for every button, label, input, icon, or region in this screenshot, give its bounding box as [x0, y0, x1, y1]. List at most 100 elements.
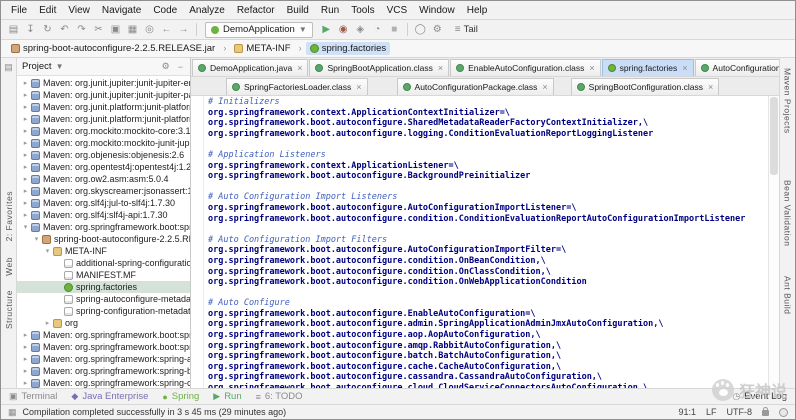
- tree-item[interactable]: spring-boot-autoconfigure-2.2.5.RELEASE.…: [17, 233, 190, 245]
- close-tab-icon[interactable]: ×: [356, 82, 361, 92]
- menu-item[interactable]: Analyze: [183, 3, 231, 18]
- chevron-icon[interactable]: [21, 175, 30, 183]
- code-line[interactable]: [208, 288, 768, 299]
- settings-icon[interactable]: ⚙: [429, 22, 446, 38]
- chevron-icon[interactable]: [21, 211, 30, 219]
- breadcrumb-jar[interactable]: spring-boot-autoconfigure-2.2.5.RELEASE.…: [7, 42, 230, 55]
- toolwindow-favorites[interactable]: 2: Favorites: [4, 191, 14, 241]
- tree-item[interactable]: Maven: org.springframework:spring-beans:…: [17, 365, 190, 377]
- code-line[interactable]: org.springframework.boot.autoconfigure.c…: [208, 214, 768, 225]
- close-tab-icon[interactable]: ×: [542, 82, 547, 92]
- editor-gutter[interactable]: [191, 96, 204, 388]
- run-icon[interactable]: ▶: [318, 22, 335, 38]
- tree-item[interactable]: MANIFEST.MF: [17, 269, 190, 281]
- chevron-icon[interactable]: [43, 247, 52, 255]
- close-tab-icon[interactable]: ×: [682, 63, 687, 73]
- chevron-icon[interactable]: [21, 103, 30, 111]
- editor-tab[interactable]: SpringBootApplication.class ×: [309, 59, 449, 76]
- tree-item[interactable]: Maven: org.junit.platform:junit-platform…: [17, 101, 190, 113]
- tree-item[interactable]: spring-autoconfigure-metadata.properties: [17, 293, 190, 305]
- close-tab-icon[interactable]: ×: [589, 63, 594, 73]
- code-line[interactable]: org.springframework.context.ApplicationL…: [208, 161, 768, 172]
- redo-icon[interactable]: ↷: [73, 22, 90, 38]
- code-line[interactable]: org.springframework.boot.autoconfigure.A…: [208, 245, 768, 256]
- code-line[interactable]: # Auto Configure: [208, 298, 768, 309]
- editor-tab[interactable]: AutoConfigurationPackage.class ×: [397, 78, 554, 95]
- close-tab-icon[interactable]: ×: [708, 82, 713, 92]
- chevron-down-icon[interactable]: ▼: [56, 62, 64, 71]
- code-line[interactable]: org.springframework.boot.autoconfigure.a…: [208, 330, 768, 341]
- chevron-icon[interactable]: [21, 115, 30, 123]
- toolwindow-run[interactable]: ▶ Run: [213, 391, 241, 402]
- code-line[interactable]: org.springframework.boot.autoconfigure.a…: [208, 341, 768, 352]
- collapse-all-icon[interactable]: −: [176, 62, 185, 72]
- toolwindow-bean-validation[interactable]: Bean Validation: [783, 180, 793, 246]
- tree-item[interactable]: Maven: org.junit.platform:junit-platform…: [17, 113, 190, 125]
- debug-icon[interactable]: ◉: [335, 22, 352, 38]
- code-line[interactable]: org.springframework.boot.autoconfigure.S…: [208, 118, 768, 129]
- tree-item[interactable]: Maven: org.springframework:spring-contex…: [17, 377, 190, 388]
- code-line[interactable]: org.springframework.boot.autoconfigure.c…: [208, 362, 768, 373]
- code-line[interactable]: org.springframework.boot.autoconfigure.B…: [208, 171, 768, 182]
- editor-tab[interactable]: EnableAutoConfiguration.class ×: [450, 59, 601, 76]
- tail-button[interactable]: ≡ Tail: [455, 24, 478, 35]
- toolwindow-switcher-icon[interactable]: ▦: [8, 407, 17, 418]
- tree-item[interactable]: Maven: org.springframework.boot:spring-b…: [17, 341, 190, 353]
- paste-icon[interactable]: ▦: [124, 22, 141, 38]
- code-line[interactable]: org.springframework.boot.autoconfigure.c…: [208, 267, 768, 278]
- chevron-icon[interactable]: [32, 235, 41, 243]
- code-line[interactable]: org.springframework.context.ApplicationC…: [208, 108, 768, 119]
- open-icon[interactable]: ▤: [5, 22, 22, 38]
- tree-item[interactable]: Maven: org.skyscreamer:jsonassert:1.5.0: [17, 185, 190, 197]
- file-encoding[interactable]: UTF-8: [727, 407, 753, 417]
- tree-item[interactable]: Maven: org.junit.jupiter:junit-jupiter-p…: [17, 89, 190, 101]
- highlighting-level-icon[interactable]: [779, 408, 788, 417]
- code-line[interactable]: # Auto Configuration Import Listeners: [208, 192, 768, 203]
- code-line[interactable]: org.springframework.boot.autoconfigure.c…: [208, 372, 768, 383]
- tree-item[interactable]: META-INF: [17, 245, 190, 257]
- code-line[interactable]: org.springframework.boot.autoconfigure.l…: [208, 129, 768, 140]
- menu-item[interactable]: Build: [281, 3, 315, 18]
- toolwindow-structure[interactable]: Structure: [4, 290, 14, 329]
- code-line[interactable]: org.springframework.boot.autoconfigure.E…: [208, 309, 768, 320]
- code-line[interactable]: [208, 224, 768, 235]
- menu-item[interactable]: Run: [315, 3, 345, 18]
- menu-item[interactable]: Window: [413, 3, 461, 18]
- back-icon[interactable]: ←: [158, 22, 175, 38]
- tree-item[interactable]: additional-spring-configuration-metadata…: [17, 257, 190, 269]
- toolwindow-terminal[interactable]: ▣ Terminal: [9, 391, 57, 402]
- chevron-icon[interactable]: [21, 343, 30, 351]
- line-separator[interactable]: LF: [706, 407, 717, 417]
- breadcrumb-spring-factories[interactable]: spring.factories: [306, 42, 390, 55]
- editor-scrollbar[interactable]: [768, 96, 779, 388]
- chevron-icon[interactable]: [21, 91, 30, 99]
- menu-item[interactable]: VCS: [381, 3, 414, 18]
- tree-item[interactable]: spring.factories: [17, 281, 190, 293]
- tree-item[interactable]: Maven: org.springframework.boot:spring-b…: [17, 329, 190, 341]
- editor-tab[interactable]: AutoConfigurationImportSelector.class ×: [695, 59, 779, 76]
- stop-icon[interactable]: ■: [386, 22, 403, 38]
- tree-item[interactable]: Maven: org.mockito:mockito-core:3.1.0: [17, 125, 190, 137]
- menu-item[interactable]: File: [5, 3, 33, 18]
- toolwindow-todo[interactable]: ≡ 6: TODO: [256, 391, 303, 402]
- save-all-icon[interactable]: ↧: [22, 22, 39, 38]
- menu-item[interactable]: Help: [461, 3, 494, 18]
- chevron-icon[interactable]: [21, 223, 30, 231]
- menu-item[interactable]: View: [62, 3, 96, 18]
- find-icon[interactable]: ◎: [141, 22, 158, 38]
- readonly-lock-icon[interactable]: [762, 410, 769, 416]
- code-content[interactable]: # Initializers org.springframework.conte…: [204, 96, 768, 388]
- tree-item[interactable]: org: [17, 317, 190, 329]
- tree-item[interactable]: spring-configuration-metadata.json: [17, 305, 190, 317]
- menu-item[interactable]: Edit: [33, 3, 62, 18]
- code-line[interactable]: org.springframework.boot.autoconfigure.b…: [208, 351, 768, 362]
- chevron-icon[interactable]: [21, 355, 30, 363]
- toolwindow-spring[interactable]: ● Spring: [162, 391, 199, 402]
- tree-item[interactable]: Maven: org.springframework:spring-aop:5.…: [17, 353, 190, 365]
- code-line[interactable]: [208, 182, 768, 193]
- code-line[interactable]: # Application Listeners: [208, 150, 768, 161]
- chevron-icon[interactable]: [43, 319, 52, 327]
- tree-item[interactable]: Maven: org.springframework.boot:spring-b…: [17, 221, 190, 233]
- tree-item[interactable]: Maven: org.opentest4j:opentest4j:1.2.0: [17, 161, 190, 173]
- chevron-icon[interactable]: [21, 139, 30, 147]
